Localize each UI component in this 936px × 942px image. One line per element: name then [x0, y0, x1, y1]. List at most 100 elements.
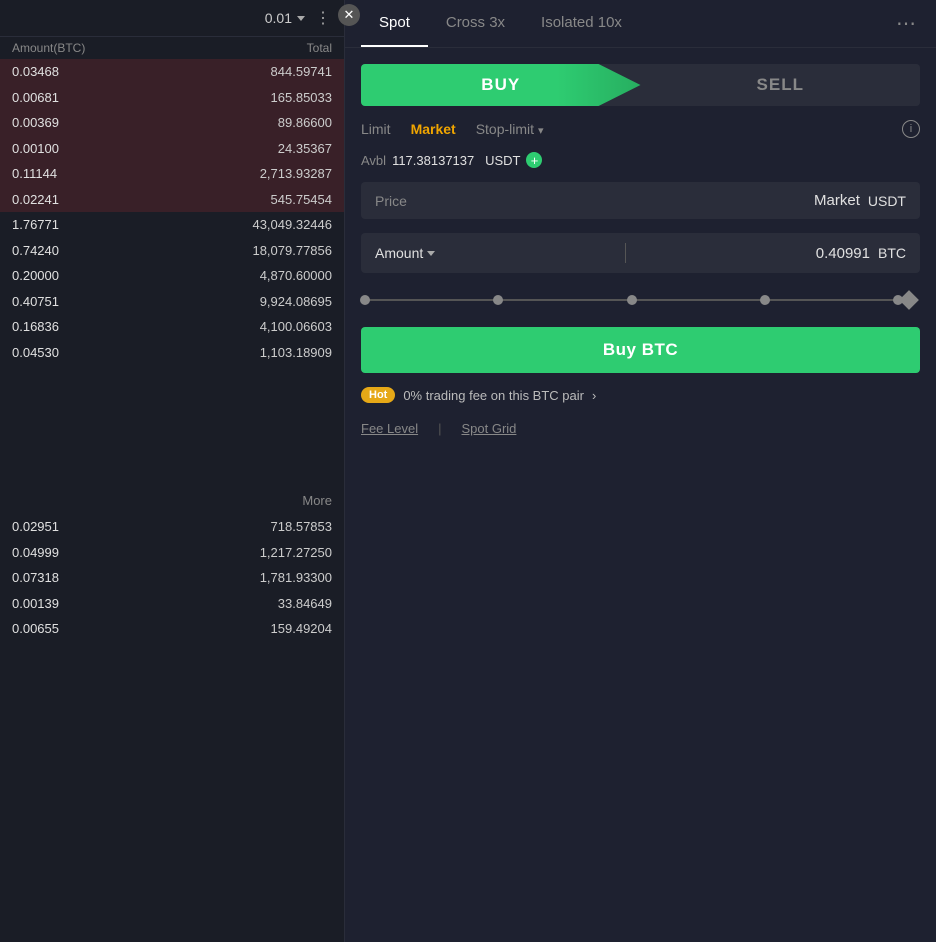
sell-button[interactable]: SELL	[641, 64, 921, 106]
row-amount: 0.04999	[12, 543, 172, 563]
price-value-area: Market USDT	[814, 192, 906, 209]
buy-btc-button[interactable]: Buy BTC	[361, 327, 920, 373]
row-total: 1,781.93300	[172, 568, 332, 588]
slider-dot-50[interactable]	[627, 295, 637, 305]
row-total: 18,079.77856	[172, 241, 332, 261]
more-label: More	[302, 493, 332, 508]
slider-dot-75[interactable]	[760, 295, 770, 305]
order-type-row: Limit Market Stop-limit ▾ i	[361, 120, 920, 138]
row-total: 159.49204	[172, 619, 332, 639]
slider-dot-25[interactable]	[493, 295, 503, 305]
hot-badge: Hot	[361, 387, 395, 403]
buy-sell-toggle: BUY SELL	[361, 64, 920, 106]
dropdown-arrow-icon	[297, 16, 305, 21]
slider-track	[365, 299, 898, 301]
row-total: 165.85033	[172, 88, 332, 108]
table-row: 0.00369 89.86600	[0, 110, 344, 136]
table-row: 0.40751 9,924.08695	[0, 289, 344, 315]
table-row: 0.00100 24.35367	[0, 136, 344, 162]
row-total: 33.84649	[172, 594, 332, 614]
row-amount: 0.74240	[12, 241, 172, 261]
table-row: 0.00655 159.49204	[0, 616, 344, 642]
row-total: 545.75454	[172, 190, 332, 210]
add-funds-button[interactable]: +	[526, 152, 542, 168]
buy-button[interactable]: BUY	[361, 64, 641, 106]
hot-arrow-icon[interactable]: ›	[592, 388, 596, 403]
more-section: More	[0, 487, 344, 514]
amount-col-header: Amount(BTC)	[12, 41, 172, 55]
available-balance-row: Avbl 117.38137137 USDT +	[361, 152, 920, 168]
amount-value: 0.40991	[816, 245, 870, 262]
left-header: 0.01 ⋮	[0, 0, 344, 37]
order-type-limit[interactable]: Limit	[361, 121, 391, 137]
decimal-value: 0.01	[265, 10, 292, 26]
trading-panel: SpotCross 3xIsolated 10x ⋯ BUY SELL Limit…	[345, 0, 936, 942]
table-row: 0.03468 844.59741	[0, 59, 344, 85]
table-row: 0.07318 1,781.93300	[0, 565, 344, 591]
table-row: 0.02951 718.57853	[0, 514, 344, 540]
row-total: 844.59741	[172, 62, 332, 82]
table-row: 0.00139 33.84649	[0, 591, 344, 617]
row-amount: 0.02241	[12, 190, 172, 210]
row-total: 89.86600	[172, 113, 332, 133]
price-currency: USDT	[868, 193, 906, 209]
tab-spot[interactable]: Spot	[361, 0, 428, 47]
price-field: Price Market USDT	[361, 182, 920, 219]
table-row: 0.00681 165.85033	[0, 85, 344, 111]
row-total: 24.35367	[172, 139, 332, 159]
decimal-dropdown[interactable]: 0.01	[265, 10, 305, 26]
total-col-header: Total	[172, 41, 332, 55]
row-amount: 0.16836	[12, 317, 172, 337]
tab-isolated-10x[interactable]: Isolated 10x	[523, 0, 640, 47]
footer-link-spot-grid[interactable]: Spot Grid	[461, 421, 516, 436]
tabs-more-icon[interactable]: ⋯	[892, 1, 920, 46]
row-total: 43,049.32446	[172, 215, 332, 235]
order-rows-bottom: 0.02951 718.57853 0.04999 1,217.27250 0.…	[0, 514, 344, 942]
amount-label-text: Amount	[375, 245, 423, 261]
hot-promo-row: Hot 0% trading fee on this BTC pair ›	[361, 387, 920, 403]
field-divider	[625, 243, 626, 263]
tab-cross-3x[interactable]: Cross 3x	[428, 0, 523, 47]
avbl-label: Avbl	[361, 153, 386, 168]
more-options-icon[interactable]: ⋮	[315, 8, 332, 28]
order-book-header: Amount(BTC) Total	[0, 37, 344, 59]
order-type-market[interactable]: Market	[411, 121, 456, 137]
row-amount: 0.00139	[12, 594, 172, 614]
table-row: 0.04999 1,217.27250	[0, 540, 344, 566]
tabs-bar: SpotCross 3xIsolated 10x ⋯	[345, 0, 936, 48]
amount-label-area[interactable]: Amount	[375, 245, 435, 261]
table-row: 0.16836 4,100.06603	[0, 314, 344, 340]
row-total: 4,100.06603	[172, 317, 332, 337]
row-amount: 0.04530	[12, 343, 172, 363]
footer-links: Fee Level|Spot Grid	[361, 421, 920, 436]
table-row: 1.76771 43,049.32446	[0, 212, 344, 238]
table-row: 0.04530 1,103.18909	[0, 340, 344, 366]
info-icon[interactable]: i	[902, 120, 920, 138]
amount-slider[interactable]	[361, 287, 920, 313]
trade-area: BUY SELL Limit Market Stop-limit ▾ i Avbl 1…	[345, 48, 936, 452]
row-total: 2,713.93287	[172, 164, 332, 184]
table-row: 0.02241 545.75454	[0, 187, 344, 213]
table-row: 0.20000 4,870.60000	[0, 263, 344, 289]
row-total: 9,924.08695	[172, 292, 332, 312]
amount-value-area: 0.40991 BTC	[816, 245, 906, 262]
slider-handle[interactable]	[899, 290, 919, 310]
amount-field[interactable]: Amount 0.40991 BTC	[361, 233, 920, 273]
row-amount: 0.07318	[12, 568, 172, 588]
row-total: 718.57853	[172, 517, 332, 537]
close-button[interactable]: ✕	[338, 4, 360, 26]
order-type-stoplimit[interactable]: Stop-limit ▾	[476, 121, 544, 137]
table-row: 0.11144 2,713.93287	[0, 161, 344, 187]
order-rows-top: 0.03468 844.59741 0.00681 165.85033 0.00…	[0, 59, 344, 487]
footer-link-fee-level[interactable]: Fee Level	[361, 421, 418, 436]
row-total: 1,103.18909	[172, 343, 332, 363]
row-amount: 0.11144	[12, 164, 172, 184]
row-amount: 0.02951	[12, 517, 172, 537]
row-total: 1,217.27250	[172, 543, 332, 563]
row-amount: 1.76771	[12, 215, 172, 235]
avbl-amount: 117.38137137 USDT	[392, 153, 520, 168]
table-row: 0.74240 18,079.77856	[0, 238, 344, 264]
hot-text: 0% trading fee on this BTC pair	[403, 388, 584, 403]
amount-dropdown-icon	[427, 251, 435, 256]
slider-dot-0[interactable]	[360, 295, 370, 305]
